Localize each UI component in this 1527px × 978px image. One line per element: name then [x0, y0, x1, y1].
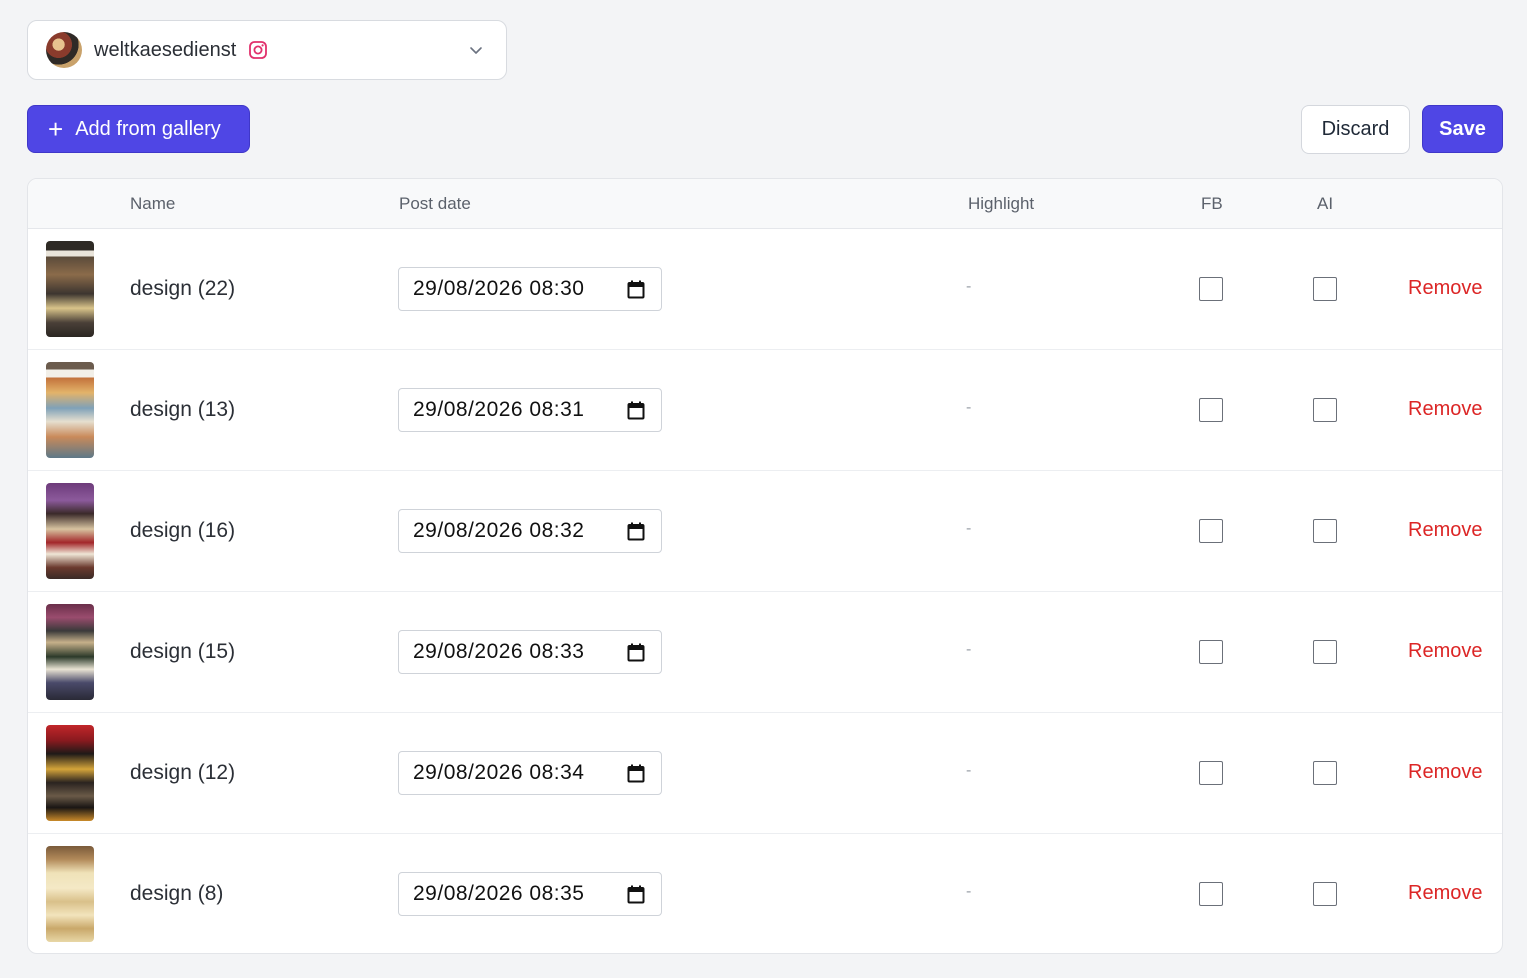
- column-header-name: Name: [130, 194, 176, 213]
- post-date-input[interactable]: 29/08/2026 08:33: [398, 630, 662, 674]
- calendar-icon[interactable]: [627, 885, 645, 904]
- discard-button[interactable]: Discard: [1301, 105, 1410, 154]
- fb-checkbox[interactable]: [1199, 761, 1223, 785]
- post-thumbnail: [46, 604, 94, 700]
- plus-icon: +: [48, 114, 64, 144]
- highlight-value: -: [966, 641, 972, 658]
- account-avatar: [46, 32, 82, 68]
- table-row: design (16) 29/08/2026 08:32 - Remove: [28, 471, 1502, 592]
- column-header-fb: FB: [1201, 194, 1223, 213]
- calendar-icon[interactable]: [627, 522, 645, 541]
- highlight-value: -: [966, 399, 972, 416]
- posts-table: Name Post date Highlight FB AI design (2…: [27, 178, 1503, 954]
- column-header-highlight: Highlight: [968, 194, 1035, 213]
- column-header-ai: AI: [1317, 194, 1334, 213]
- ai-checkbox[interactable]: [1313, 882, 1337, 906]
- remove-button[interactable]: Remove: [1408, 398, 1482, 421]
- instagram-icon: [248, 40, 268, 60]
- table-row: design (15) 29/08/2026 08:33 - Remove: [28, 592, 1502, 713]
- highlight-value: -: [966, 883, 972, 900]
- fb-checkbox[interactable]: [1199, 640, 1223, 664]
- post-name: design (15): [130, 640, 236, 663]
- remove-button[interactable]: Remove: [1408, 519, 1482, 542]
- save-button[interactable]: Save: [1422, 105, 1503, 153]
- post-thumbnail: [46, 241, 94, 337]
- calendar-icon[interactable]: [627, 280, 645, 299]
- post-date-value: 29/08/2026 08:31: [413, 398, 585, 421]
- table-row: design (13) 29/08/2026 08:31 - Remove: [28, 350, 1502, 471]
- post-date-input[interactable]: 29/08/2026 08:34: [398, 751, 662, 795]
- post-thumbnail: [46, 846, 94, 942]
- post-date-input[interactable]: 29/08/2026 08:32: [398, 509, 662, 553]
- table-row: design (12) 29/08/2026 08:34 - Remove: [28, 713, 1502, 834]
- fb-checkbox[interactable]: [1199, 519, 1223, 543]
- calendar-icon[interactable]: [627, 643, 645, 662]
- post-thumbnail: [46, 725, 94, 821]
- post-name: design (8): [130, 882, 224, 905]
- account-select[interactable]: weltkaesedienst: [27, 20, 507, 80]
- remove-button[interactable]: Remove: [1408, 277, 1482, 300]
- fb-checkbox[interactable]: [1199, 277, 1223, 301]
- highlight-value: -: [966, 520, 972, 537]
- post-date-value: 29/08/2026 08:32: [413, 519, 585, 542]
- post-name: design (13): [130, 398, 236, 421]
- ai-checkbox[interactable]: [1313, 640, 1337, 664]
- post-date-input[interactable]: 29/08/2026 08:30: [398, 267, 662, 311]
- post-name: design (16): [130, 519, 236, 542]
- column-header-post-date: Post date: [399, 194, 471, 213]
- remove-button[interactable]: Remove: [1408, 761, 1482, 784]
- post-thumbnail: [46, 362, 94, 458]
- table-row: design (22) 29/08/2026 08:30 - Remove: [28, 229, 1502, 350]
- fb-checkbox[interactable]: [1199, 882, 1223, 906]
- post-name: design (12): [130, 761, 236, 784]
- post-date-value: 29/08/2026 08:34: [413, 761, 585, 784]
- ai-checkbox[interactable]: [1313, 277, 1337, 301]
- account-name: weltkaesedienst: [94, 38, 237, 61]
- fb-checkbox[interactable]: [1199, 398, 1223, 422]
- table-header: Name Post date Highlight FB AI: [28, 179, 1502, 229]
- add-from-gallery-button[interactable]: + Add from gallery: [27, 105, 250, 153]
- remove-button[interactable]: Remove: [1408, 640, 1482, 663]
- post-date-value: 29/08/2026 08:35: [413, 882, 585, 905]
- calendar-icon[interactable]: [627, 764, 645, 783]
- chevron-down-icon: [468, 42, 484, 58]
- add-from-gallery-label: Add from gallery: [75, 117, 221, 140]
- ai-checkbox[interactable]: [1313, 519, 1337, 543]
- table-row: design (8) 29/08/2026 08:35 - Remove: [28, 834, 1502, 953]
- calendar-icon[interactable]: [627, 401, 645, 420]
- post-date-value: 29/08/2026 08:33: [413, 640, 585, 663]
- ai-checkbox[interactable]: [1313, 398, 1337, 422]
- highlight-value: -: [966, 278, 972, 295]
- post-thumbnail: [46, 483, 94, 579]
- post-name: design (22): [130, 277, 236, 300]
- post-date-input[interactable]: 29/08/2026 08:35: [398, 872, 662, 916]
- page: weltkaesedienst + Add from gallery Disca…: [0, 0, 1527, 978]
- post-date-value: 29/08/2026 08:30: [413, 277, 585, 300]
- remove-button[interactable]: Remove: [1408, 882, 1482, 905]
- ai-checkbox[interactable]: [1313, 761, 1337, 785]
- highlight-value: -: [966, 762, 972, 779]
- post-date-input[interactable]: 29/08/2026 08:31: [398, 388, 662, 432]
